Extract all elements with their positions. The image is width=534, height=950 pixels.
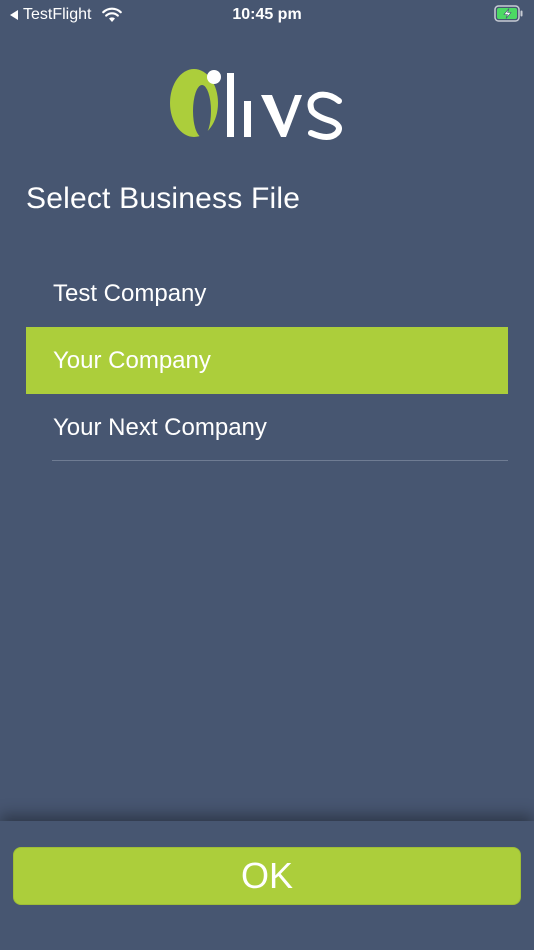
list-divider xyxy=(52,460,508,461)
business-file-label: Test Company xyxy=(53,279,207,307)
olivs-logo xyxy=(170,69,342,140)
status-bar: TestFlight 10:45 pm xyxy=(0,0,534,30)
battery-charging-icon xyxy=(494,5,523,22)
page-title: Select Business File xyxy=(26,182,301,215)
business-file-list: Test Company Your Company Your Next Comp… xyxy=(26,260,508,461)
business-file-item-selected[interactable]: Your Company xyxy=(26,327,508,394)
bottom-action-bar: OK xyxy=(0,821,534,950)
business-file-item[interactable]: Your Next Company xyxy=(26,394,508,461)
screen: TestFlight 10:45 pm Select Business File… xyxy=(0,0,534,950)
status-time: 10:45 pm xyxy=(232,6,302,23)
ok-button[interactable]: OK xyxy=(13,847,521,905)
business-file-label: Your Next Company xyxy=(53,413,267,441)
business-file-item[interactable]: Test Company xyxy=(26,260,508,327)
business-file-label: Your Company xyxy=(53,346,211,374)
